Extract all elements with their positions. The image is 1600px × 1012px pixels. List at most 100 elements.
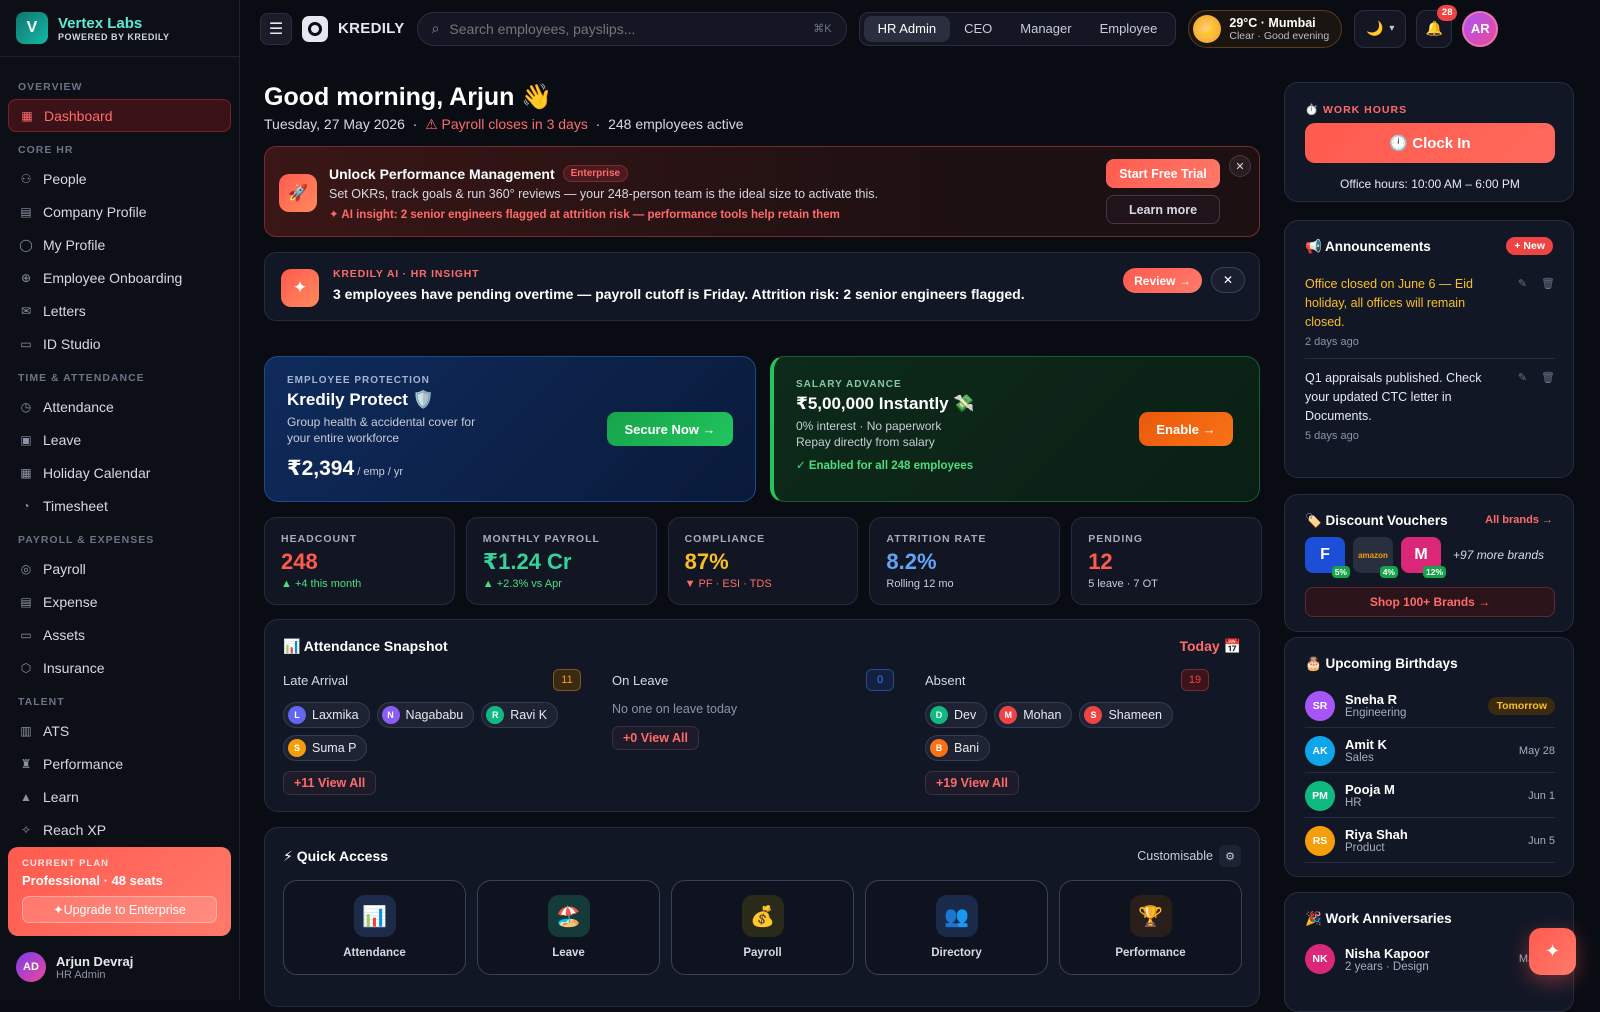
absent-view-all-button[interactable]: +19 View All [925,771,1019,795]
sidebar-item-assets[interactable]: ▭ Assets [8,618,231,651]
sidebar-item-dashboard[interactable]: ▦ Dashboard [8,99,231,132]
protect-title: Kredily Protect 🛡️ [287,390,434,409]
role-tab-ceo[interactable]: CEO [950,16,1006,42]
brand-voucher[interactable]: amazon 4% [1353,537,1398,578]
upgrade-button[interactable]: ✦Upgrade to Enterprise [22,896,217,923]
profile-avatar[interactable]: AR [1462,10,1499,47]
sidebar-item-expense[interactable]: ▤ Expense [8,585,231,618]
quick-tile-payroll[interactable]: 💰 Payroll [671,880,854,975]
sidebar-item-company-profile[interactable]: ▤ Company Profile [8,195,231,228]
gear-icon[interactable]: ⚙ [1219,845,1241,867]
sidebar-item-holiday-calendar[interactable]: ▦ Holiday Calendar [8,456,231,489]
quick-tile-performance[interactable]: 🏆 Performance [1059,880,1242,975]
learn-more-button[interactable]: Learn more [1106,195,1220,224]
person-name: Ravi K [510,708,548,722]
sidebar-item-employee-onboarding[interactable]: ⊕ Employee Onboarding [8,261,231,294]
close-icon[interactable]: ✕ [1211,267,1245,293]
person-chip[interactable]: L Laxmika [283,702,370,728]
enable-button[interactable]: Enable → [1139,412,1233,446]
customisable-label: Customisable [1137,849,1213,863]
person-row[interactable]: PM Pooja M HR Jun 1 [1305,774,1555,818]
person-chip[interactable]: B Bani [925,735,991,761]
insight-text: 3 employees have pending overtime — payr… [333,286,1025,302]
person-row[interactable]: SR Sneha R Engineering Tomorrow [1305,684,1555,728]
edit-icon[interactable]: ✎ [1518,371,1527,384]
upsell-banner: 🚀 Unlock Performance Management Enterpris… [264,146,1260,237]
edit-icon[interactable]: ✎ [1518,277,1527,290]
quick-tile-attendance[interactable]: 📊 Attendance [283,880,466,975]
person-row[interactable]: NKNisha Kapoor2 years · DesignMay 30 [1305,937,1555,981]
theme-toggle-button[interactable]: 🌙 ▾ [1354,9,1407,48]
sidebar-item-label: Letters [43,302,86,319]
clock-in-button[interactable]: 🕛 Clock In [1305,123,1555,163]
weather-widget[interactable]: 🌙 29°C · Mumbai Clear · Good evening [1188,9,1343,48]
stat-card[interactable]: COMPLIANCE 87% ▼ PF · ESI · TDS [667,517,859,605]
role-tab-employee[interactable]: Employee [1086,16,1172,42]
search-shortcut: ⌘K [813,23,832,35]
search-bar[interactable]: ⌕ ⌘K [416,11,847,46]
salary-advance-card: SALARY ADVANCE ₹5,00,000 Instantly 💸 0% … [770,356,1260,502]
person-row[interactable]: RS Riya Shah Product Jun 5 [1305,819,1555,863]
ai-assistant-button[interactable]: ✦ [1529,928,1576,975]
all-brands-link[interactable]: All brands → [1485,514,1553,526]
sidebar-user[interactable]: AD Arjun Devraj HR Admin [16,952,133,982]
sidebar-item-insurance[interactable]: ⬡ Insurance [8,651,231,684]
sidebar-item-my-profile[interactable]: ◯ My Profile [8,228,231,261]
brand-voucher[interactable]: M 12% [1401,537,1446,578]
search-input[interactable] [449,20,814,37]
quick-tile-directory[interactable]: 👥 Directory [865,880,1048,975]
sidebar-item-timesheet[interactable]: ◔ Timesheet [8,489,231,522]
sidebar-item-attendance[interactable]: ◷ Attendance [8,390,231,423]
sidebar-item-performance[interactable]: ♜ Performance [8,747,231,780]
quick-tile-leave[interactable]: 🏖️ Leave [477,880,660,975]
secure-now-button[interactable]: Secure Now → [607,412,733,446]
users-icon: ⚇ [20,171,32,186]
topbar: ☰ KREDILY ⌕ ⌘K HR AdminCEOManagerEmploye… [240,0,1600,57]
trash-icon[interactable]: 🗑 [1541,277,1555,290]
sidebar-item-label: Dashboard [44,107,113,124]
notifications-button[interactable]: 🔔 28 [1416,4,1458,48]
sidebar-item-id-studio[interactable]: ▭ ID Studio [8,327,231,360]
sidebar-item-letters[interactable]: ✉ Letters [8,294,231,327]
person-row[interactable]: AK Amit K Sales May 28 [1305,729,1555,773]
stat-card[interactable]: HEADCOUNT 248 ▲ +4 this month [264,517,455,605]
person-chip[interactable]: M Mohan [994,702,1073,728]
stat-card[interactable]: PENDING 12 5 leave · 7 OT [1071,517,1262,605]
sidebar-item-payroll[interactable]: ◎ Payroll [8,552,231,585]
brand-letter: F [1320,546,1330,563]
person-chip[interactable]: S Shameen [1079,702,1173,728]
enterprise-badge: Enterprise [562,165,629,182]
brand-list: F 5% amazon 4% M 12% +97 more brands [1305,537,1544,578]
stat-card[interactable]: MONTHLY PAYROLL ₹1.24 Cr ▲ +2.3% vs Apr [465,517,657,605]
sidebar-item-label: Leave [43,431,82,448]
person-chip[interactable]: N Nagababu [376,702,475,728]
moon-icon: 🌙 [1365,20,1384,36]
late-view-all-button[interactable]: +11 View All [283,771,377,795]
sidebar-item-reach-xp[interactable]: ✧ Reach XP [8,813,231,842]
quick-access: ⚡ Quick Access Customisable ⚙ 📊 Attendanc… [264,827,1260,1007]
brand-voucher[interactable]: F 5% [1305,537,1350,578]
brand-letter: M [1414,546,1428,563]
person-chip[interactable]: R Ravi K [481,702,559,728]
person-chip[interactable]: S Suma P [283,735,368,761]
sidebar-item-people[interactable]: ⚇ People [8,162,231,195]
menu-toggle-button[interactable]: ☰ [260,12,292,45]
role-tab-manager[interactable]: Manager [1006,16,1085,42]
sidebar-item-leave[interactable]: ▣ Leave [8,423,231,456]
shop-brands-button[interactable]: Shop 100+ Brands → [1305,587,1555,617]
sidebar-item-ats[interactable]: ▥ ATS [8,714,231,747]
person-chip[interactable]: D Dev [925,702,988,728]
close-icon[interactable]: ✕ [1229,155,1251,177]
leave-view-all-button[interactable]: +0 View All [612,726,699,750]
current-plan-card: CURRENT PLAN Professional · 48 seats ✦Up… [8,847,231,936]
late-list: L Laxmika N Nagababu R Ravi K S Suma P [283,702,581,761]
start-free-trial-button[interactable]: Start Free Trial [1106,159,1220,188]
role-tab-hr-admin[interactable]: HR Admin [863,15,951,42]
today-filter[interactable]: Today 📅 [1179,638,1241,655]
review-button[interactable]: Review → [1123,268,1202,293]
new-announcement-button[interactable]: + New [1506,237,1553,255]
sidebar-item-learn[interactable]: ▲ Learn [8,780,231,813]
stat-card[interactable]: ATTRITION RATE 8.2% Rolling 12 mo [869,517,1061,605]
brand[interactable]: V Vertex Labs POWERED BY KREDILY [0,0,239,57]
trash-icon[interactable]: 🗑 [1541,371,1555,384]
